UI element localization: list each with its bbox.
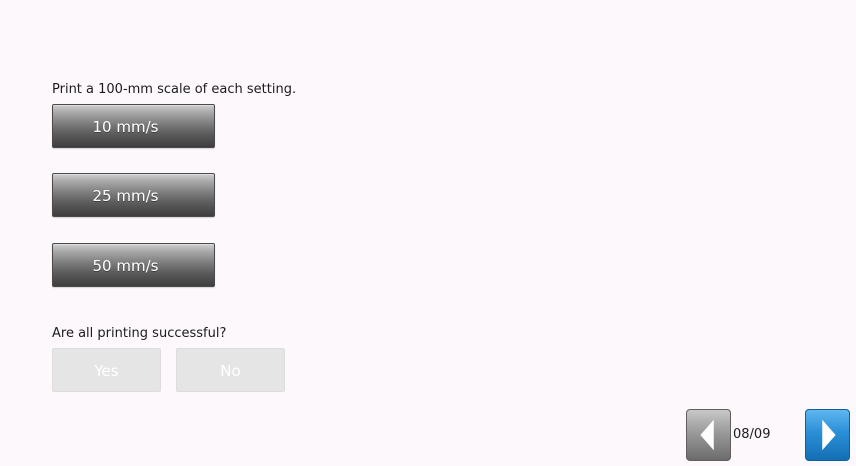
chevron-left-icon xyxy=(700,419,714,451)
chevron-right-icon xyxy=(822,419,836,451)
previous-page-button[interactable] xyxy=(686,409,731,461)
instruction-text: Print a 100-mm scale of each setting. xyxy=(52,82,297,97)
speed-50-button[interactable]: 50 mm/s xyxy=(52,243,215,287)
next-page-button[interactable] xyxy=(805,409,850,461)
yes-button[interactable]: Yes xyxy=(52,348,161,392)
speed-10-button[interactable]: 10 mm/s xyxy=(52,104,215,148)
question-text: Are all printing successful? xyxy=(52,326,227,341)
speed-25-button[interactable]: 25 mm/s xyxy=(52,173,215,217)
page-indicator: 08/09 xyxy=(733,427,771,442)
no-button[interactable]: No xyxy=(176,348,285,392)
